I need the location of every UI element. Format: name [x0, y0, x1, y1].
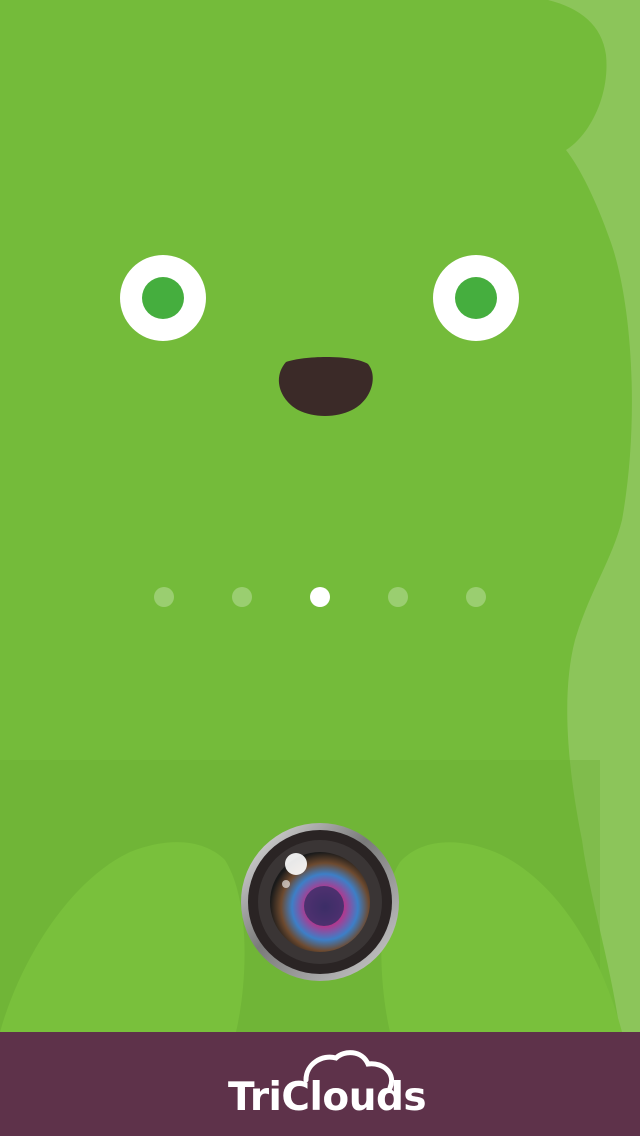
brand-name: TriClouds [228, 1075, 427, 1120]
page-dot[interactable] [310, 587, 330, 607]
splash-screen: TriClouds [0, 0, 640, 1136]
camera-button[interactable] [240, 820, 400, 984]
brand-logo: TriClouds [220, 1048, 427, 1124]
page-dot[interactable] [388, 587, 408, 607]
left-pupil [142, 277, 184, 319]
page-dot[interactable] [232, 587, 252, 607]
page-dot[interactable] [466, 587, 486, 607]
page-dot[interactable] [154, 587, 174, 607]
camera-lens-icon [241, 823, 399, 981]
page-indicator [0, 586, 640, 608]
right-pupil [455, 277, 497, 319]
